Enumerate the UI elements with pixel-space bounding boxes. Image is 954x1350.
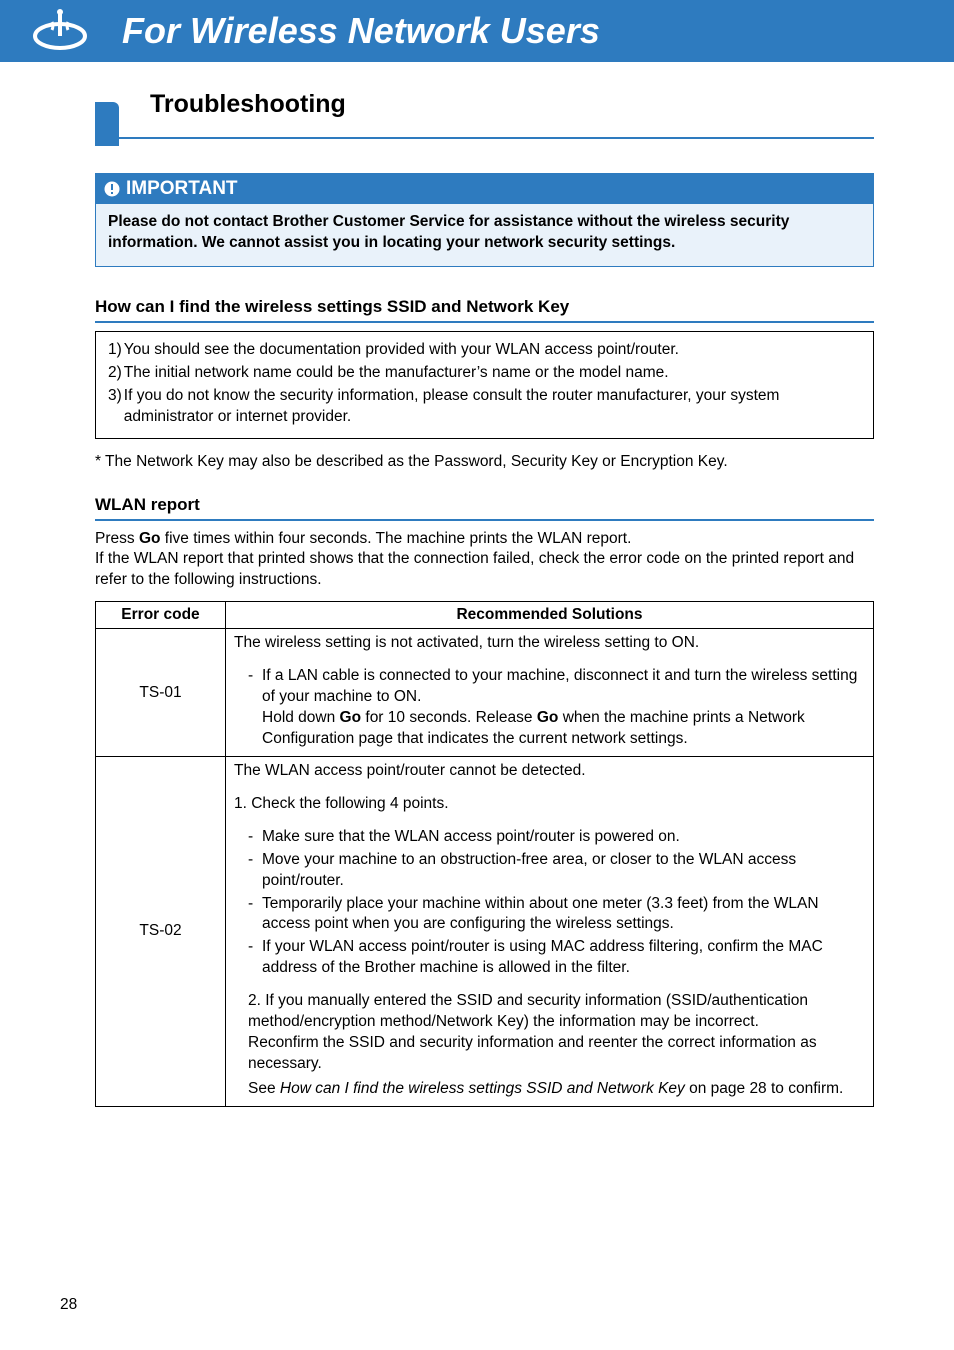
- solution-cell: The WLAN access point/router cannot be d…: [226, 756, 874, 1106]
- error-code-cell: TS-02: [96, 756, 226, 1106]
- solution-text: Temporarily place your machine within ab…: [262, 894, 865, 936]
- section-title: Troubleshooting: [95, 90, 874, 137]
- footnote: * The Network Key may also be described …: [95, 453, 874, 471]
- go-key-label: Go: [340, 709, 362, 726]
- text-fragment: on page 28 to confirm.: [685, 1080, 844, 1097]
- important-label: IMPORTANT: [126, 178, 238, 200]
- cross-reference: How can I find the wireless settings SSI…: [280, 1080, 685, 1097]
- solution-text: 2. If you manually entered the SSID and …: [248, 992, 808, 1030]
- important-header: IMPORTANT: [96, 174, 873, 204]
- wireless-icon: [28, 0, 92, 62]
- alert-icon: [104, 181, 120, 197]
- go-key-label: Go: [537, 709, 559, 726]
- table-row: TS-01 The wireless setting is not activa…: [96, 629, 874, 757]
- solution-text: The wireless setting is not activated, t…: [234, 633, 865, 654]
- solution-text: Move your machine to an obstruction-free…: [262, 850, 865, 892]
- dash-bullet: -: [248, 937, 262, 979]
- error-code-cell: TS-01: [96, 629, 226, 757]
- error-code-table: Error code Recommended Solutions TS-01 T…: [95, 601, 874, 1107]
- list-number: 2): [108, 363, 122, 384]
- list-text: If you do not know the security informat…: [122, 386, 861, 428]
- wlan-report-paragraph: Press Go five times within four seconds.…: [95, 529, 874, 592]
- page-number: 28: [60, 1296, 77, 1314]
- section-tab-marker: [95, 102, 119, 146]
- dash-bullet: -: [248, 666, 262, 750]
- table-row: TS-02 The WLAN access point/router canno…: [96, 756, 874, 1106]
- dash-bullet: -: [248, 850, 262, 892]
- text-fragment: If the WLAN report that printed shows th…: [95, 550, 854, 588]
- table-header-row: Error code Recommended Solutions: [96, 602, 874, 629]
- solution-text: The WLAN access point/router cannot be d…: [234, 761, 865, 782]
- solution-text: Make sure that the WLAN access point/rou…: [262, 827, 865, 848]
- find-settings-box: 1) You should see the documentation prov…: [95, 331, 874, 439]
- solution-cell: The wireless setting is not activated, t…: [226, 629, 874, 757]
- solution-text: 1. Check the following 4 points.: [234, 794, 865, 815]
- text-fragment: five times within four seconds. The mach…: [160, 530, 631, 547]
- col-recommended-solutions: Recommended Solutions: [226, 602, 874, 629]
- go-key-label: Go: [139, 530, 161, 547]
- solution-text: If your WLAN access point/router is usin…: [262, 937, 865, 979]
- solution-text: Reconfirm the SSID and security informat…: [248, 1034, 817, 1072]
- list-text: The initial network name could be the ma…: [122, 363, 669, 384]
- text-fragment: for 10 seconds. Release: [361, 709, 537, 726]
- list-text: You should see the documentation provide…: [122, 340, 679, 361]
- text-fragment: Press: [95, 530, 139, 547]
- col-error-code: Error code: [96, 602, 226, 629]
- dash-bullet: -: [248, 894, 262, 936]
- subheading-find-settings: How can I find the wireless settings SSI…: [95, 297, 874, 323]
- solution-text: If a LAN cable is connected to your mach…: [262, 667, 857, 705]
- important-body: Please do not contact Brother Customer S…: [96, 204, 873, 266]
- important-callout: IMPORTANT Please do not contact Brother …: [95, 173, 874, 267]
- text-fragment: See: [248, 1080, 280, 1097]
- list-number: 1): [108, 340, 122, 361]
- subheading-wlan-report: WLAN report: [95, 495, 874, 521]
- dash-bullet: -: [248, 827, 262, 848]
- page-header: For Wireless Network Users: [0, 0, 954, 62]
- list-number: 3): [108, 386, 122, 428]
- text-fragment: Hold down: [262, 709, 340, 726]
- section-heading: Troubleshooting: [95, 90, 874, 139]
- page-header-title: For Wireless Network Users: [122, 10, 600, 52]
